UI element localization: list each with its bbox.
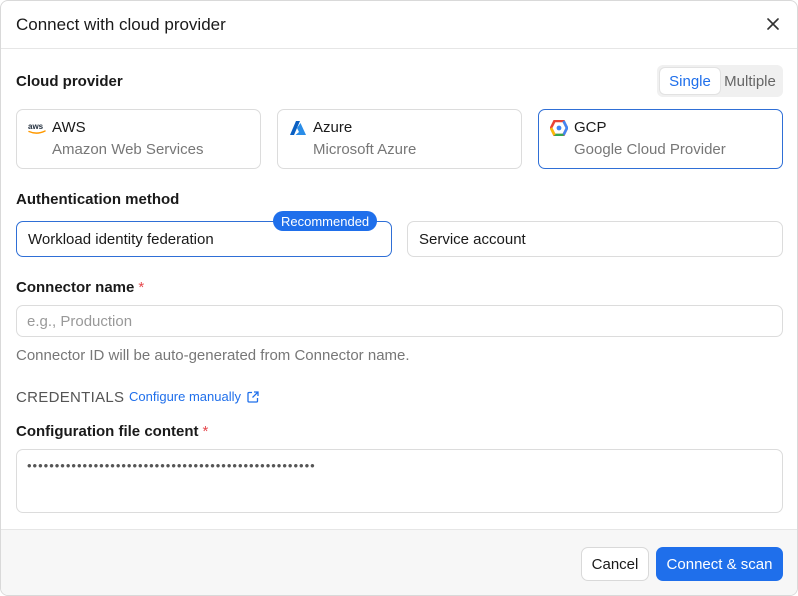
- provider-name: AWS: [52, 119, 86, 136]
- provider-name: Azure: [313, 119, 353, 136]
- config-file-textarea[interactable]: ••••••••••••••••••••••••••••••••••••••••…: [16, 449, 783, 513]
- azure-logo-icon: [288, 119, 308, 137]
- provider-subtitle: Microsoft Azure: [313, 141, 417, 158]
- provider-name: GCP: [574, 119, 607, 136]
- recommended-badge: Recommended: [273, 211, 378, 231]
- gcp-logo-icon: [549, 119, 569, 137]
- provider-mode-toggle: Single Multiple: [657, 65, 783, 97]
- mode-single-button[interactable]: Single: [660, 68, 720, 94]
- connector-name-input[interactable]: [16, 305, 783, 337]
- required-mark: *: [202, 423, 209, 440]
- provider-subtitle: Google Cloud Provider: [574, 141, 726, 158]
- connector-id-help-text: Connector ID will be auto-generated from…: [16, 347, 410, 364]
- auth-option-label: Workload identity federation: [28, 231, 214, 248]
- aws-logo-icon: aws: [27, 119, 47, 137]
- provider-card-gcp[interactable]: GCP Google Cloud Provider: [538, 109, 783, 169]
- provider-subtitle: Amazon Web Services: [52, 141, 204, 158]
- close-icon: [767, 18, 779, 30]
- config-file-label-text: Configuration file content: [16, 423, 199, 440]
- close-button[interactable]: [763, 14, 783, 34]
- cloud-provider-label: Cloud provider: [16, 73, 123, 90]
- configure-manually-link[interactable]: Configure manually: [129, 389, 259, 404]
- dialog-title: Connect with cloud provider: [16, 15, 226, 34]
- configure-manually-label: Configure manually: [129, 389, 242, 404]
- cancel-button[interactable]: Cancel: [581, 547, 649, 581]
- config-file-label: Configuration file content *: [16, 423, 208, 440]
- connector-name-label: Connector name *: [16, 279, 144, 296]
- provider-card-azure[interactable]: Azure Microsoft Azure: [277, 109, 522, 169]
- external-link-icon: [247, 390, 259, 403]
- auth-method-label: Authentication method: [16, 191, 180, 208]
- auth-option-service-account[interactable]: Service account: [407, 221, 783, 257]
- connector-name-label-text: Connector name: [16, 279, 135, 296]
- required-mark: *: [138, 279, 145, 296]
- mode-multiple-button[interactable]: Multiple: [720, 68, 780, 94]
- provider-card-aws[interactable]: aws AWS Amazon Web Services: [16, 109, 261, 169]
- connect-scan-button[interactable]: Connect & scan: [656, 547, 783, 581]
- dialog-footer: Cancel Connect & scan: [1, 529, 797, 595]
- connect-cloud-dialog: Connect with cloud provider Cloud provid…: [0, 0, 798, 596]
- svg-text:aws: aws: [28, 122, 44, 131]
- auth-option-label: Service account: [419, 231, 526, 248]
- credentials-section-label: CREDENTIALS: [16, 389, 125, 406]
- dialog-header: Connect with cloud provider: [1, 1, 797, 49]
- auth-option-workload-identity[interactable]: Workload identity federation Recommended: [16, 211, 392, 257]
